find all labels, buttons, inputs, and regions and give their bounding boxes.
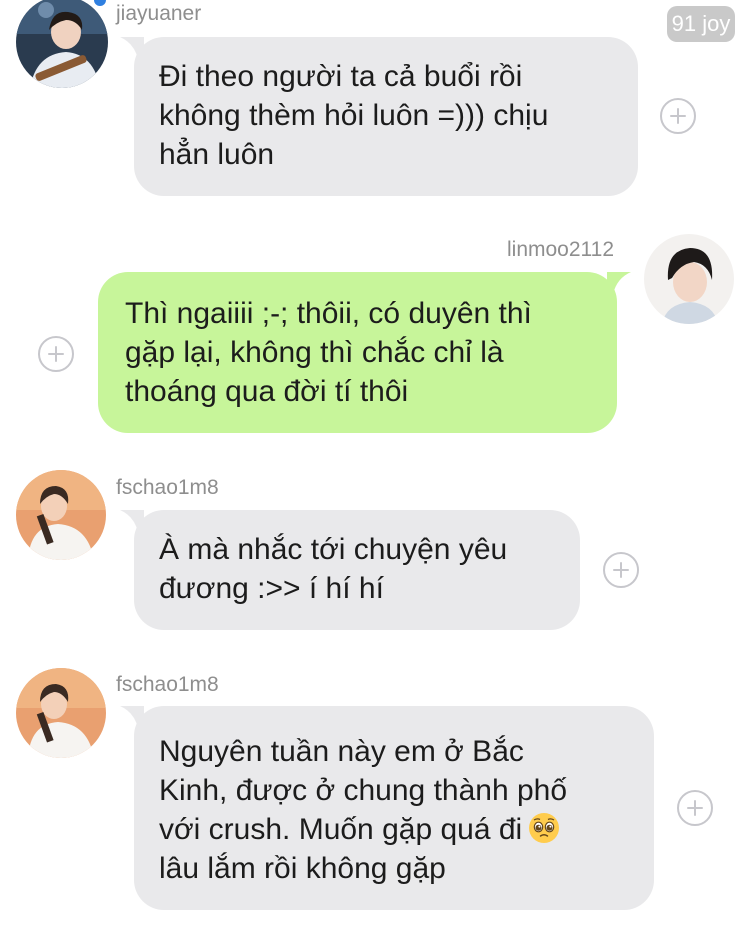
avatar-linmoo2112[interactable] xyxy=(644,234,734,324)
message-text-line: Đi theo người ta cả buổi rồi xyxy=(159,60,523,93)
message-text-line: gặp lại, không thì chắc chỉ là xyxy=(125,336,504,369)
avatar-jiayuaner[interactable] xyxy=(16,0,108,88)
avatar-fschao1m8[interactable] xyxy=(16,470,106,560)
plus-icon xyxy=(613,562,629,578)
plus-icon xyxy=(670,108,686,124)
message-text-line: Kinh, được ở chung thành phố xyxy=(159,774,568,807)
bubble-tail xyxy=(120,510,144,534)
message-text-line: đương :>> í hí hí xyxy=(159,572,384,605)
avatar-fschao1m8[interactable] xyxy=(16,668,106,758)
message-bubble[interactable]: Nguyên tuần này em ở Bắc Kinh, được ở ch… xyxy=(120,706,654,910)
message-text-line: thoáng qua đời tí thôi xyxy=(125,375,409,408)
add-reaction-button[interactable] xyxy=(603,552,639,588)
username-fschao1m8: fschao1m8 xyxy=(116,476,219,499)
avatar-photo xyxy=(16,470,106,560)
username-linmoo2112: linmoo2112 xyxy=(507,238,615,261)
add-reaction-button[interactable] xyxy=(677,790,713,826)
add-reaction-button[interactable] xyxy=(660,98,696,134)
plus-icon xyxy=(48,346,64,362)
watermark-badge: 91 joy xyxy=(667,6,735,42)
bubble-tail xyxy=(120,37,144,61)
username-jiayuaner: jiayuaner xyxy=(116,2,202,25)
message-bubble[interactable]: Đi theo người ta cả buổi rồi không thèm … xyxy=(120,37,638,196)
add-reaction-button[interactable] xyxy=(38,336,74,372)
bubble-tail xyxy=(120,706,144,730)
avatar-photo xyxy=(16,0,108,88)
message-text-line: À mà nhắc tới chuyện yêu xyxy=(159,533,508,566)
message-text-line: lâu lắm rồi không gặp xyxy=(159,852,446,885)
message-text-line: Thì ngaiiii ;-; thôii, có duyên thì xyxy=(125,297,532,330)
avatar-status-dot xyxy=(94,0,106,6)
message-text-line: Nguyên tuần này em ở Bắc xyxy=(159,735,524,768)
message-bubble[interactable]: À mà nhắc tới chuyện yêu đương :>> í hí … xyxy=(120,510,580,630)
bubble-tail xyxy=(607,272,631,296)
message-text-line: không thèm hỏi luôn =))) chịu xyxy=(159,99,549,132)
message-text-line: hẳn luôn xyxy=(159,138,275,171)
message-text-line: với crush. Muốn gặp quá đi xyxy=(159,813,523,846)
plus-icon xyxy=(687,800,703,816)
message-bubble[interactable]: Thì ngaiiii ;-; thôii, có duyên thì gặp … xyxy=(98,272,631,433)
pleading-face-icon xyxy=(528,812,560,844)
username-fschao1m8: fschao1m8 xyxy=(116,673,219,696)
avatar-photo xyxy=(644,234,734,324)
avatar-photo xyxy=(16,668,106,758)
